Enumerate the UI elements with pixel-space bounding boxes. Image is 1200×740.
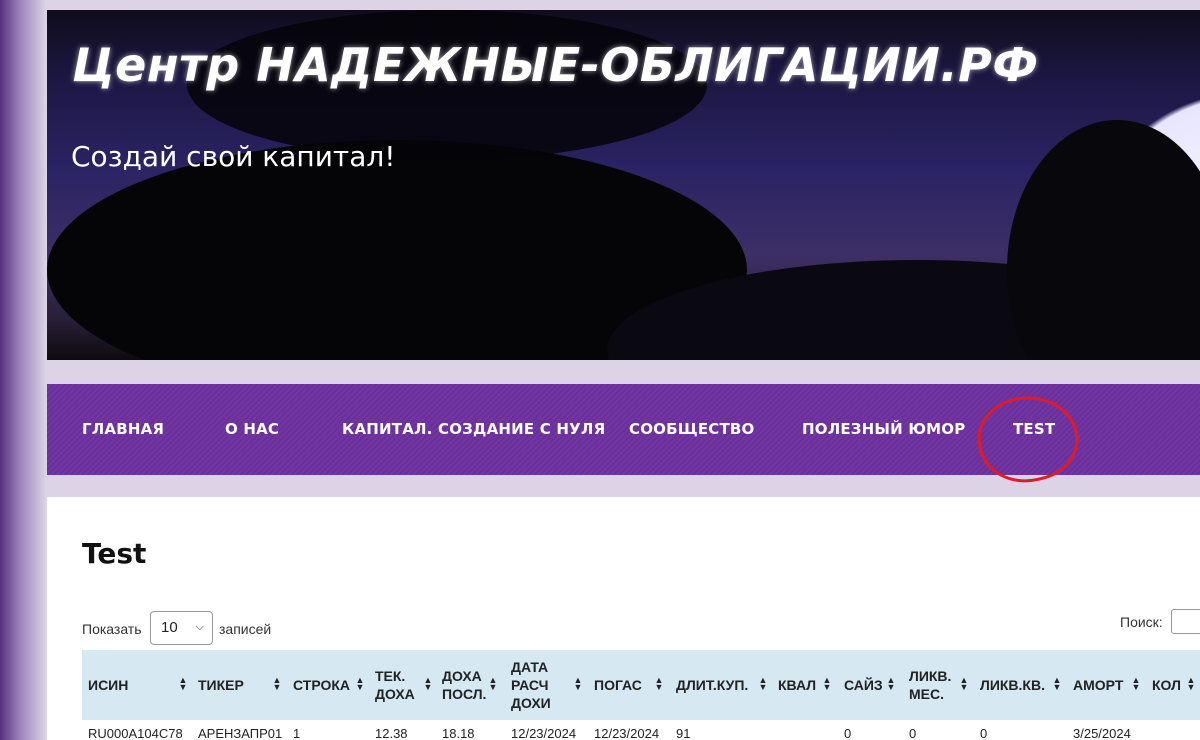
column-header-isin[interactable]: ИСИН ▲ ▼ <box>88 650 192 720</box>
sort-icon: ▲ ▼ <box>758 675 768 692</box>
site-subtitle: Создай свой капитал! <box>71 140 396 173</box>
page-title: Test <box>82 537 147 570</box>
table-cell: 0 <box>844 726 852 740</box>
sort-icon: ▲ ▼ <box>488 675 498 692</box>
sort-icon: ▲ ▼ <box>886 675 896 692</box>
header-banner: Центр НАДЕЖНЫЕ-ОБЛИГАЦИИ.РФ Создай свой … <box>47 10 1200 360</box>
tree-silhouette <box>1007 120 1200 360</box>
entries-label: записей <box>219 621 272 637</box>
nav-item-capital[interactable]: КАПИТАЛ. СОЗДАНИЕ С НУЛЯ <box>342 420 605 438</box>
sort-icon: ▲ ▼ <box>178 675 188 692</box>
column-header-current-yield[interactable]: ТЕК. ДОХА ▲ ▼ <box>375 650 437 720</box>
table-cell: 3/25/2024 <box>1073 726 1131 740</box>
sort-icon: ▲ ▼ <box>423 675 433 692</box>
content-panel: Test Показать 10 ⌵ записей Поиск: ИСИН ▲ ▼… <box>47 497 1200 740</box>
nav-item-about[interactable]: О НАС <box>225 420 279 438</box>
entries-value: 10 <box>161 619 178 636</box>
table-row[interactable]: RU000A104C78 АРЕНЗАПР01 1 12.38 18.18 12… <box>82 720 1200 740</box>
nav-item-community[interactable]: СООБЩЕСТВО <box>629 420 755 438</box>
column-header-size[interactable]: САЙЗ ▲ ▼ <box>844 650 900 720</box>
sort-icon: ▲ ▼ <box>573 675 583 692</box>
nav-item-humor[interactable]: ПОЛЕЗНЫЙ ЮМОР <box>802 420 965 438</box>
column-header-maturity[interactable]: ПОГАС ▲ ▼ <box>594 650 668 720</box>
column-header-calc-date[interactable]: ДАТА РАСЧ ДОХИ ▲ ▼ <box>511 650 587 720</box>
column-header-row[interactable]: СТРОКА ▲ ▼ <box>293 650 369 720</box>
nav-item-home[interactable]: ГЛАВНАЯ <box>82 420 164 438</box>
column-header-last-yield[interactable]: ДОХА ПОСЛ. ▲ ▼ <box>442 650 502 720</box>
site-title[interactable]: Центр НАДЕЖНЫЕ-ОБЛИГАЦИИ.РФ <box>72 38 1039 92</box>
table-cell: 0 <box>980 726 988 740</box>
sort-icon: ▲ ▼ <box>822 675 832 692</box>
show-label: Показать <box>82 621 142 637</box>
column-header-liquidity-month[interactable]: ЛИКВ. МЕС. ▲ ▼ <box>909 650 973 720</box>
sort-icon: ▲ ▼ <box>355 675 365 692</box>
chevron-down-icon: ⌵ <box>195 621 204 633</box>
sort-icon: ▲ ▼ <box>654 675 664 692</box>
column-header-amortization[interactable]: АМОРТ ▲ ▼ <box>1073 650 1145 720</box>
sort-icon: ▲ ▼ <box>1131 675 1141 692</box>
column-header-ticker[interactable]: ТИКЕР ▲ ▼ <box>198 650 286 720</box>
column-header-coupon-duration[interactable]: ДЛИТ.КУП. ▲ ▼ <box>676 650 772 720</box>
search-input[interactable] <box>1171 609 1200 634</box>
search-label: Поиск: <box>1120 614 1163 630</box>
sort-icon: ▲ ▼ <box>272 675 282 692</box>
column-header-count[interactable]: КОЛ ▲ ▼ <box>1152 650 1200 720</box>
table-cell: 18.18 <box>442 726 475 740</box>
table-cell: 91 <box>676 726 691 740</box>
table-cell: 0 <box>909 726 917 740</box>
entries-select[interactable]: 10 ⌵ <box>150 611 213 645</box>
table-header: ИСИН ▲ ▼ ТИКЕР ▲ ▼ СТРОКА ▲ ▼ ТЕК. ДОХА ▲ ▼ ДОХА… <box>82 650 1200 720</box>
bonds-table: ИСИН ▲ ▼ ТИКЕР ▲ ▼ СТРОКА ▲ ▼ ТЕК. ДОХА ▲ ▼ ДОХА… <box>82 650 1200 740</box>
table-cell: 12/23/2024 <box>594 726 660 740</box>
table-cell: 12/23/2024 <box>511 726 577 740</box>
table-cell: RU000A104C78 <box>88 726 183 740</box>
column-header-liquidity-quarter[interactable]: ЛИКВ.КВ. ▲ ▼ <box>980 650 1066 720</box>
table-cell: АРЕНЗАПР01 <box>198 726 283 740</box>
table-cell: 1 <box>293 726 301 740</box>
sort-icon: ▲ ▼ <box>959 675 969 692</box>
sort-icon: ▲ ▼ <box>1052 675 1062 692</box>
table-cell: 12.38 <box>375 726 408 740</box>
column-header-qualified[interactable]: КВАЛ ▲ ▼ <box>778 650 836 720</box>
sort-icon: ▲ ▼ <box>1186 675 1196 692</box>
